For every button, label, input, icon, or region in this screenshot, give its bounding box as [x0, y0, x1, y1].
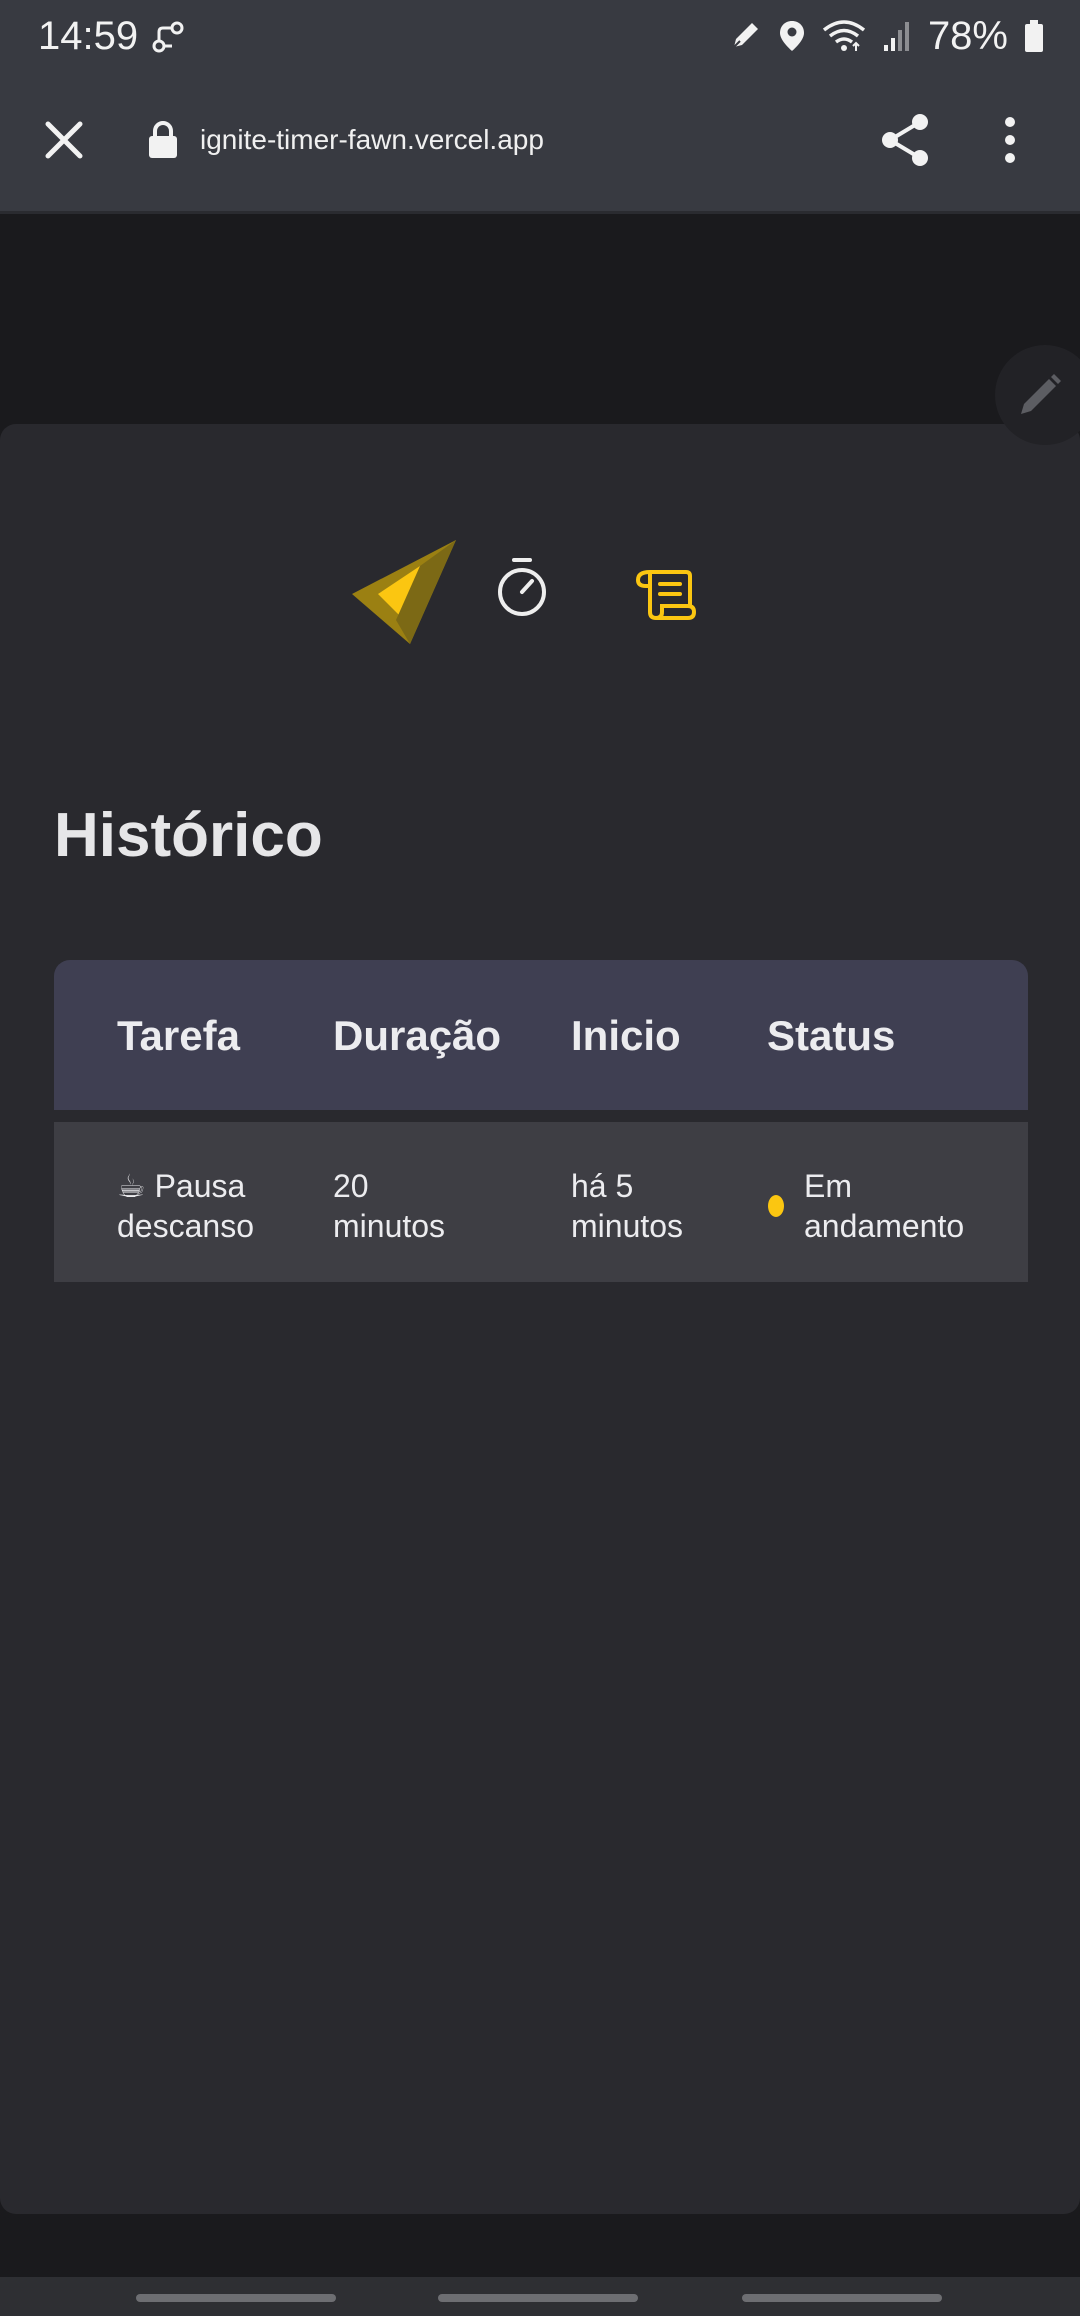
wifi-icon [822, 19, 866, 58]
header-status: Status [767, 1012, 896, 1059]
cell-task-line2: descanso [117, 1208, 254, 1244]
battery-icon [1024, 20, 1044, 57]
timer-icon[interactable] [492, 556, 552, 625]
pen-icon [728, 19, 762, 58]
history-table: Tarefa Duração Inicio Status ☕ Pausa des… [54, 960, 1028, 1282]
lock-icon[interactable] [148, 120, 178, 163]
browser-toolbar: ignite-timer-fawn.vercel.app [0, 78, 1080, 214]
signal-icon [882, 19, 912, 58]
cell-status-line2: andamento [804, 1208, 965, 1244]
cell-start-line1: há 5 [571, 1168, 634, 1204]
close-icon[interactable] [40, 116, 88, 164]
status-bar: 14:59 78% [0, 0, 1080, 78]
status-dot [768, 1195, 784, 1217]
history-scroll-icon[interactable] [635, 566, 697, 627]
header-duration: Duração [333, 1012, 502, 1059]
logo-icon [350, 538, 460, 651]
cell-task: ☕ Pausa descanso [117, 1166, 254, 1246]
nav-recents-button[interactable] [136, 2294, 336, 2302]
url-text[interactable]: ignite-timer-fawn.vercel.app [200, 124, 544, 156]
more-vertical-icon[interactable] [1002, 116, 1018, 169]
app-container [0, 424, 1080, 2214]
cell-status: Em andamento [804, 1166, 964, 1246]
table-header: Tarefa Duração Inicio Status [54, 960, 1028, 1110]
cell-duration: 20 minutos [333, 1166, 445, 1246]
nav-back-button[interactable] [742, 2294, 942, 2302]
header-task: Tarefa [117, 1012, 240, 1059]
header-start: Inicio [571, 1012, 681, 1059]
share-icon[interactable] [878, 112, 934, 173]
status-time: 14:59 [38, 14, 139, 58]
system-nav-bar [0, 2277, 1080, 2316]
cell-task-line1: ☕ Pausa [117, 1168, 246, 1204]
cell-start-line2: minutos [571, 1208, 684, 1244]
link-icon [150, 20, 186, 59]
table-row: ☕ Pausa descanso 20 minutos há 5 minutos… [54, 1122, 1028, 1282]
location-icon [778, 19, 806, 58]
page-title: Histórico [54, 801, 323, 870]
cell-duration-line1: 20 [333, 1168, 369, 1204]
nav-home-button[interactable] [438, 2294, 638, 2302]
status-icons: 78% [728, 14, 1044, 59]
cell-status-line1: Em [804, 1168, 852, 1204]
cell-duration-line2: minutos [333, 1208, 446, 1244]
battery-percent: 78% [927, 14, 1008, 58]
cell-start: há 5 minutos [571, 1166, 683, 1246]
